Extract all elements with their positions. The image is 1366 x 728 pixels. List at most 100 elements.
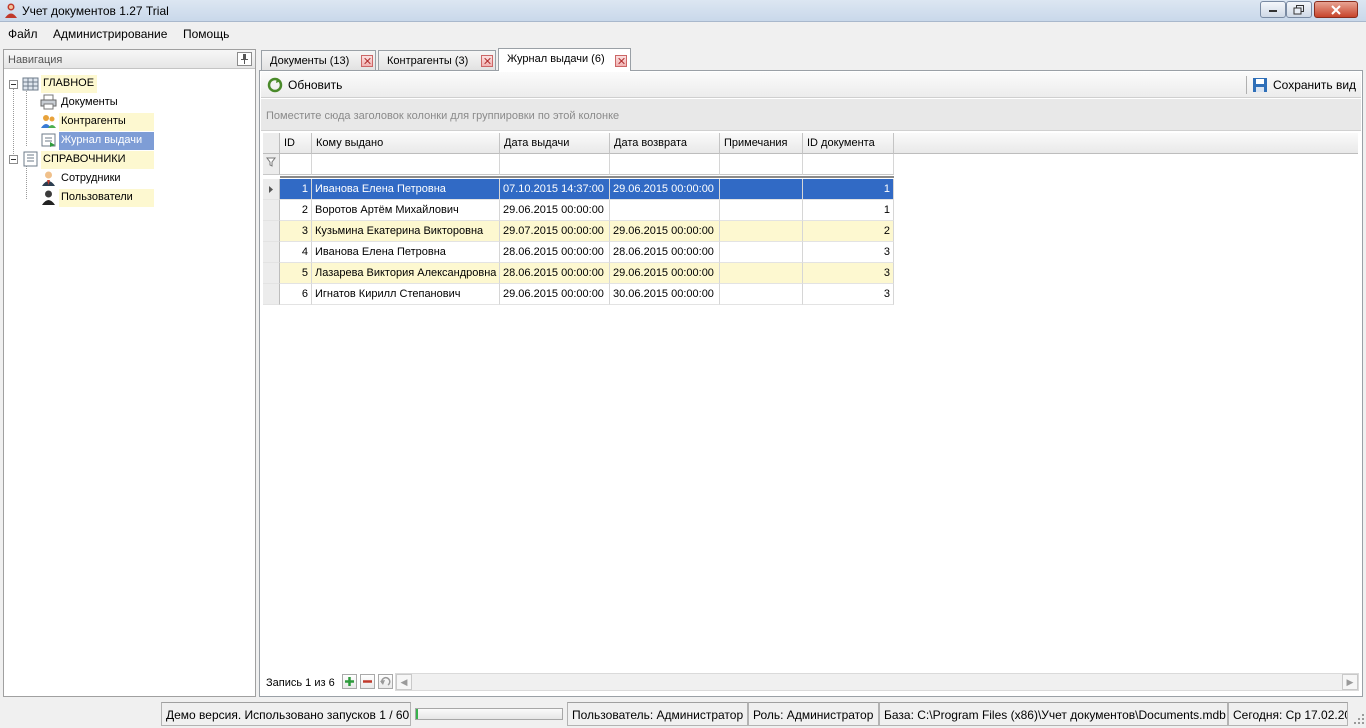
tree-item-employees[interactable]: Сотрудники: [59, 170, 124, 188]
column-header-document-id[interactable]: ID документа: [803, 133, 894, 154]
pin-icon[interactable]: [237, 52, 252, 66]
cell-recipient[interactable]: Иванова Елена Петровна: [312, 242, 500, 263]
cell-return-date[interactable]: 29.06.2015 00:00:00: [610, 263, 720, 284]
column-header-recipient[interactable]: Кому выдано: [312, 133, 500, 154]
title-bar: Учет документов 1.27 Trial: [0, 0, 1366, 22]
launch-progress-fill: [416, 709, 419, 719]
employee-icon: [42, 171, 55, 186]
menu-file[interactable]: Файл: [8, 27, 38, 41]
group-by-area[interactable]: Поместите сюда заголовок колонки для гру…: [261, 99, 1361, 131]
row-indicator[interactable]: [263, 179, 280, 200]
scroll-left-icon[interactable]: ◀: [396, 674, 412, 690]
cell-document-id[interactable]: 3: [803, 242, 894, 263]
cell-return-date[interactable]: 29.06.2015 00:00:00: [610, 179, 720, 200]
cell-notes[interactable]: [720, 179, 803, 200]
filter-cell-return-date[interactable]: [610, 154, 720, 175]
save-view-button[interactable]: Сохранить вид: [1249, 75, 1356, 95]
filter-cell-document-id[interactable]: [803, 154, 894, 175]
plus-icon: [345, 677, 354, 686]
save-view-label: Сохранить вид: [1273, 78, 1357, 92]
cancel-edit-button[interactable]: [378, 674, 393, 689]
filter-cell-notes[interactable]: [720, 154, 803, 175]
save-icon: [1253, 78, 1267, 92]
cell-notes[interactable]: [720, 221, 803, 242]
cell-return-date[interactable]: 28.06.2015 00:00:00: [610, 242, 720, 263]
tree-group-glavnoe[interactable]: ГЛАВНОЕ: [41, 75, 98, 93]
collapse-glavnoe-icon[interactable]: [9, 80, 18, 89]
cell-issue-date[interactable]: 29.06.2015 00:00:00: [500, 284, 610, 305]
row-indicator[interactable]: [263, 284, 280, 305]
cell-return-date[interactable]: [610, 200, 720, 221]
menu-help[interactable]: Помощь: [183, 27, 229, 41]
cell-notes[interactable]: [720, 284, 803, 305]
close-tab-issue-journal-icon[interactable]: [615, 55, 627, 67]
cell-notes[interactable]: [720, 263, 803, 284]
cell-issue-date[interactable]: 29.06.2015 00:00:00: [500, 200, 610, 221]
tab-strip: Документы (13) Контрагенты (3) Журнал вы…: [260, 48, 1363, 71]
filter-cell-id[interactable]: [280, 154, 312, 175]
row-indicator[interactable]: [263, 242, 280, 263]
collapse-reference-icon[interactable]: [9, 155, 18, 164]
filter-cell-issue-date[interactable]: [500, 154, 610, 175]
cell-id[interactable]: 1: [280, 179, 312, 200]
cell-return-date[interactable]: 30.06.2015 00:00:00: [610, 284, 720, 305]
close-window-button[interactable]: [1314, 1, 1358, 18]
tab-documents[interactable]: Документы (13): [261, 50, 376, 70]
tab-issue-journal-label: Журнал выдачи (6): [507, 53, 605, 65]
delete-record-button[interactable]: [360, 674, 375, 689]
column-header-id[interactable]: ID: [280, 133, 312, 154]
cell-issue-date[interactable]: 28.06.2015 00:00:00: [500, 242, 610, 263]
cell-document-id[interactable]: 2: [803, 221, 894, 242]
tree-group-reference[interactable]: СПРАВОЧНИКИ: [41, 151, 154, 169]
cell-recipient[interactable]: Кузьмина Екатерина Викторовна: [312, 221, 500, 242]
cell-document-id[interactable]: 1: [803, 200, 894, 221]
column-header-notes[interactable]: Примечания: [720, 133, 803, 154]
menu-administration[interactable]: Администрирование: [53, 27, 167, 41]
cell-document-id[interactable]: 1: [803, 179, 894, 200]
close-tab-documents-icon[interactable]: [361, 55, 373, 67]
close-tab-contractors-icon[interactable]: [481, 55, 493, 67]
tab-contractors[interactable]: Контрагенты (3): [378, 50, 496, 70]
cell-id[interactable]: 4: [280, 242, 312, 263]
cell-recipient[interactable]: Иванова Елена Петровна: [312, 179, 500, 200]
refresh-button[interactable]: Обновить: [264, 75, 342, 95]
filter-icon[interactable]: [263, 154, 280, 175]
cell-document-id[interactable]: 3: [803, 284, 894, 305]
resize-grip-icon[interactable]: [1353, 713, 1365, 725]
column-header-issue-date[interactable]: Дата выдачи: [500, 133, 610, 154]
today-status: Сегодня: Ср 17.02.2016: [1228, 702, 1348, 726]
add-record-button[interactable]: [342, 674, 357, 689]
cell-issue-date[interactable]: 07.10.2015 14:37:00: [500, 179, 610, 200]
minus-icon: [363, 680, 372, 683]
row-indicator[interactable]: [263, 200, 280, 221]
minimize-button[interactable]: [1260, 1, 1286, 18]
header-filler: [894, 133, 1358, 154]
tree-item-documents[interactable]: Документы: [59, 94, 121, 112]
cell-id[interactable]: 6: [280, 284, 312, 305]
cell-recipient[interactable]: Воротов Артём Михайлович: [312, 200, 500, 221]
column-header-return-date[interactable]: Дата возврата: [610, 133, 720, 154]
cell-document-id[interactable]: 3: [803, 263, 894, 284]
cell-id[interactable]: 5: [280, 263, 312, 284]
row-indicator[interactable]: [263, 221, 280, 242]
horizontal-scrollbar[interactable]: ◀ ▶: [395, 673, 1359, 691]
row-indicator[interactable]: [263, 263, 280, 284]
role-status: Роль: Администратор: [748, 702, 879, 726]
tree-item-users[interactable]: Пользователи: [59, 189, 154, 207]
cell-notes[interactable]: [720, 200, 803, 221]
tab-issue-journal[interactable]: Журнал выдачи (6): [498, 48, 631, 71]
cell-issue-date[interactable]: 29.07.2015 00:00:00: [500, 221, 610, 242]
cell-return-date[interactable]: 29.06.2015 00:00:00: [610, 221, 720, 242]
cell-id[interactable]: 3: [280, 221, 312, 242]
filter-cell-recipient[interactable]: [312, 154, 500, 175]
cell-notes[interactable]: [720, 242, 803, 263]
cell-recipient[interactable]: Игнатов Кирилл Степанович: [312, 284, 500, 305]
tree-item-contractors[interactable]: Контрагенты: [59, 113, 154, 131]
refresh-icon: [267, 77, 283, 93]
tree-item-issue-journal[interactable]: Журнал выдачи: [59, 132, 154, 150]
cell-recipient[interactable]: Лазарева Виктория Александровна: [312, 263, 500, 284]
cell-issue-date[interactable]: 28.06.2015 00:00:00: [500, 263, 610, 284]
cell-id[interactable]: 2: [280, 200, 312, 221]
maximize-button[interactable]: [1286, 1, 1312, 18]
scroll-right-icon[interactable]: ▶: [1342, 674, 1358, 690]
